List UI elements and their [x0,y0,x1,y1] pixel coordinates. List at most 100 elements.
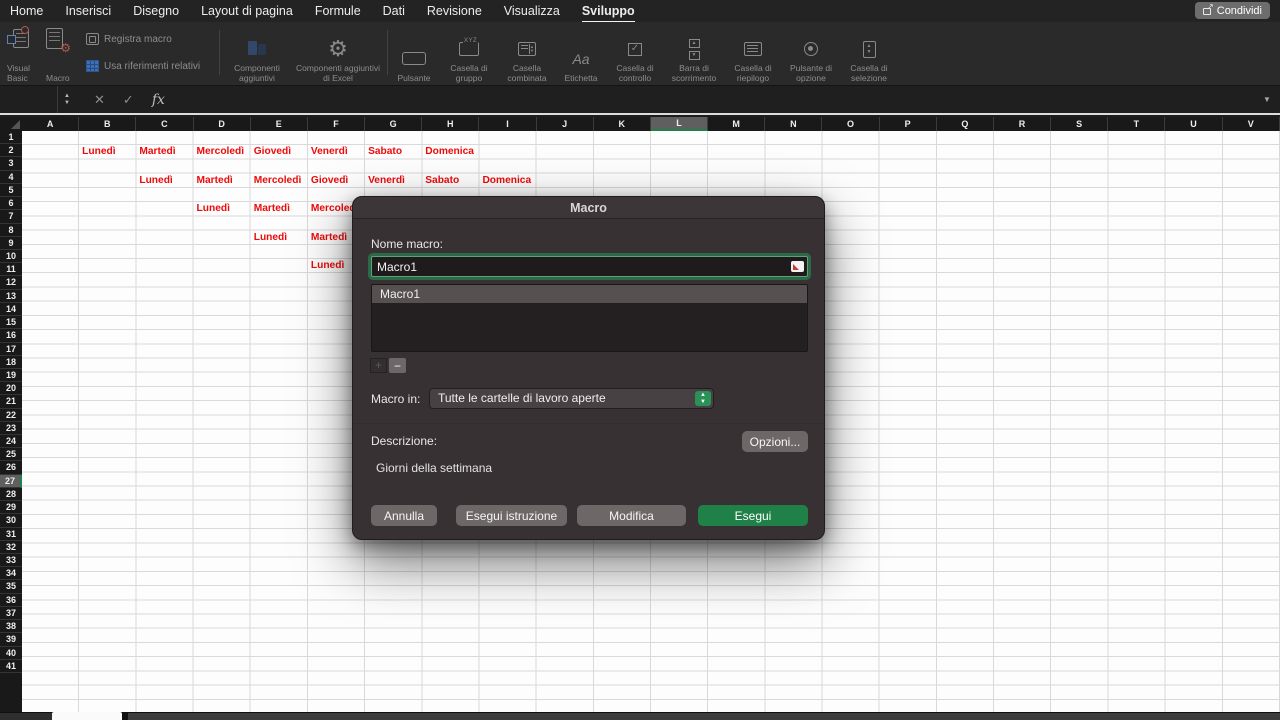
column-header-U[interactable]: U [1165,117,1222,131]
row-header-41[interactable]: 41 [0,660,22,673]
dialog-title[interactable]: Macro [353,197,824,219]
add-macro-button[interactable]: + [370,358,387,373]
esegui-istruzione-button[interactable]: Esegui istruzione [456,505,567,526]
macro-button[interactable]: ⚙ Macro [46,27,80,83]
column-header-G[interactable]: G [365,117,422,131]
macro-in-select[interactable]: Tutte le cartelle di lavoro aperte ▲▼ [429,388,714,409]
column-header-A[interactable]: A [22,117,79,131]
usa-riferimenti-button[interactable]: Usa riferimenti relativi [86,58,200,74]
cell-E4[interactable]: Mercoledì [254,174,302,188]
column-header-O[interactable]: O [822,117,879,131]
control-spin-button[interactable]: ▲▼Casella di selezione [842,27,896,83]
name-box-stepper[interactable]: ▲▼ [58,93,76,106]
row-header-1[interactable]: 1 [0,131,22,144]
tab-dati[interactable]: Dati [383,0,405,23]
row-header-22[interactable]: 22 [0,409,22,422]
tab-layout-di-pagina[interactable]: Layout di pagina [201,0,293,23]
control-list-box[interactable]: Casella di riepilogo [726,27,780,83]
row-header-40[interactable]: 40 [0,647,22,660]
cell-H4[interactable]: Sabato [425,174,459,188]
column-header-J[interactable]: J [537,117,594,131]
column-header-B[interactable]: B [79,117,136,131]
cancel-icon[interactable]: ✕ [94,92,105,108]
row-header-37[interactable]: 37 [0,607,22,620]
row-header-12[interactable]: 12 [0,276,22,289]
cell-H2[interactable]: Domenica [425,145,474,159]
control-combo-box[interactable]: ▲▼Casella combinata [500,27,554,83]
tab-visualizza[interactable]: Visualizza [504,0,560,23]
row-header-3[interactable]: 3 [0,157,22,170]
column-header-V[interactable]: V [1223,117,1280,131]
row-header-20[interactable]: 20 [0,382,22,395]
cell-F8[interactable]: Martedì [311,231,347,245]
cell-I4[interactable]: Domenica [482,174,531,188]
row-header-25[interactable]: 25 [0,448,22,461]
row-header-8[interactable]: 8 [0,224,22,237]
row-header-35[interactable]: 35 [0,580,22,593]
column-header-R[interactable]: R [994,117,1051,131]
cell-F2[interactable]: Venerdì [311,145,348,159]
formula-bar-expand-icon[interactable]: ▼ [1254,95,1280,104]
componenti-aggiuntivi-button[interactable]: Componenti aggiuntivi [226,27,288,83]
row-header-36[interactable]: 36 [0,594,22,607]
row-header-10[interactable]: 10 [0,250,22,263]
row-header-6[interactable]: 6 [0,197,22,210]
share-button[interactable]: ↗ Condividi [1195,2,1270,19]
cell-E2[interactable]: Giovedì [254,145,291,159]
tab-inserisci[interactable]: Inserisci [65,0,111,23]
row-header-33[interactable]: 33 [0,554,22,567]
column-header-H[interactable]: H [422,117,479,131]
options-button[interactable]: Opzioni... [742,431,808,452]
row-header-24[interactable]: 24 [0,435,22,448]
row-header-7[interactable]: 7 [0,210,22,223]
cell-E6[interactable]: Martedì [254,202,290,216]
row-header-26[interactable]: 26 [0,461,22,474]
column-header-F[interactable]: F [308,117,365,131]
control-group-box[interactable]: XYZCasella di gruppo [442,27,496,83]
insert-function-icon[interactable]: fx [152,92,165,108]
cell-F10[interactable]: Lunedì [311,259,344,273]
tab-sviluppo[interactable]: Sviluppo [582,0,635,23]
column-header-M[interactable]: M [708,117,765,131]
control-option-button[interactable]: Pulsante di opzione [784,27,838,83]
cell-D2[interactable]: Mercoledì [197,145,245,159]
column-header-C[interactable]: C [136,117,193,131]
row-header-19[interactable]: 19 [0,369,22,382]
row-header-2[interactable]: 2 [0,144,22,157]
control-label[interactable]: AaEtichetta [558,27,604,83]
row-header-11[interactable]: 11 [0,263,22,276]
cell-D6[interactable]: Lunedì [197,202,230,216]
formula-input[interactable] [165,86,1254,113]
range-selector-icon[interactable] [791,261,804,272]
tab-disegno[interactable]: Disegno [133,0,179,23]
column-header-L[interactable]: L [651,117,708,131]
name-box[interactable] [0,86,58,113]
column-header-S[interactable]: S [1051,117,1108,131]
row-header-39[interactable]: 39 [0,633,22,646]
column-header-I[interactable]: I [479,117,536,131]
cell-G2[interactable]: Sabato [368,145,402,159]
tab-formule[interactable]: Formule [315,0,361,23]
row-header-31[interactable]: 31 [0,528,22,541]
cell-F4[interactable]: Giovedì [311,174,348,188]
column-header-Q[interactable]: Q [937,117,994,131]
cell-E8[interactable]: Lunedì [254,231,287,245]
control-button[interactable]: Pulsante [390,27,438,83]
active-sheet-tab[interactable] [52,712,122,720]
row-header-18[interactable]: 18 [0,356,22,369]
macro-list[interactable]: Macro1 [371,284,808,352]
control-checkbox[interactable]: ✓Casella di controllo [608,27,662,83]
control-scrollbar[interactable]: ▲▼Barra di scorrimento [666,27,722,83]
componenti-aggiuntivi-excel-button[interactable]: ⚙ Componenti aggiuntivi di Excel [292,27,384,83]
visual-basic-button[interactable]: Visual Basic [7,27,43,83]
row-header-38[interactable]: 38 [0,620,22,633]
row-header-4[interactable]: 4 [0,171,22,184]
row-header-16[interactable]: 16 [0,329,22,342]
row-header-21[interactable]: 21 [0,395,22,408]
remove-macro-button[interactable]: − [389,358,406,373]
cell-B2[interactable]: Lunedì [82,145,115,159]
tab-revisione[interactable]: Revisione [427,0,482,23]
tab-home[interactable]: Home [10,0,43,23]
row-header-5[interactable]: 5 [0,184,22,197]
macro-list-item[interactable]: Macro1 [372,285,807,303]
